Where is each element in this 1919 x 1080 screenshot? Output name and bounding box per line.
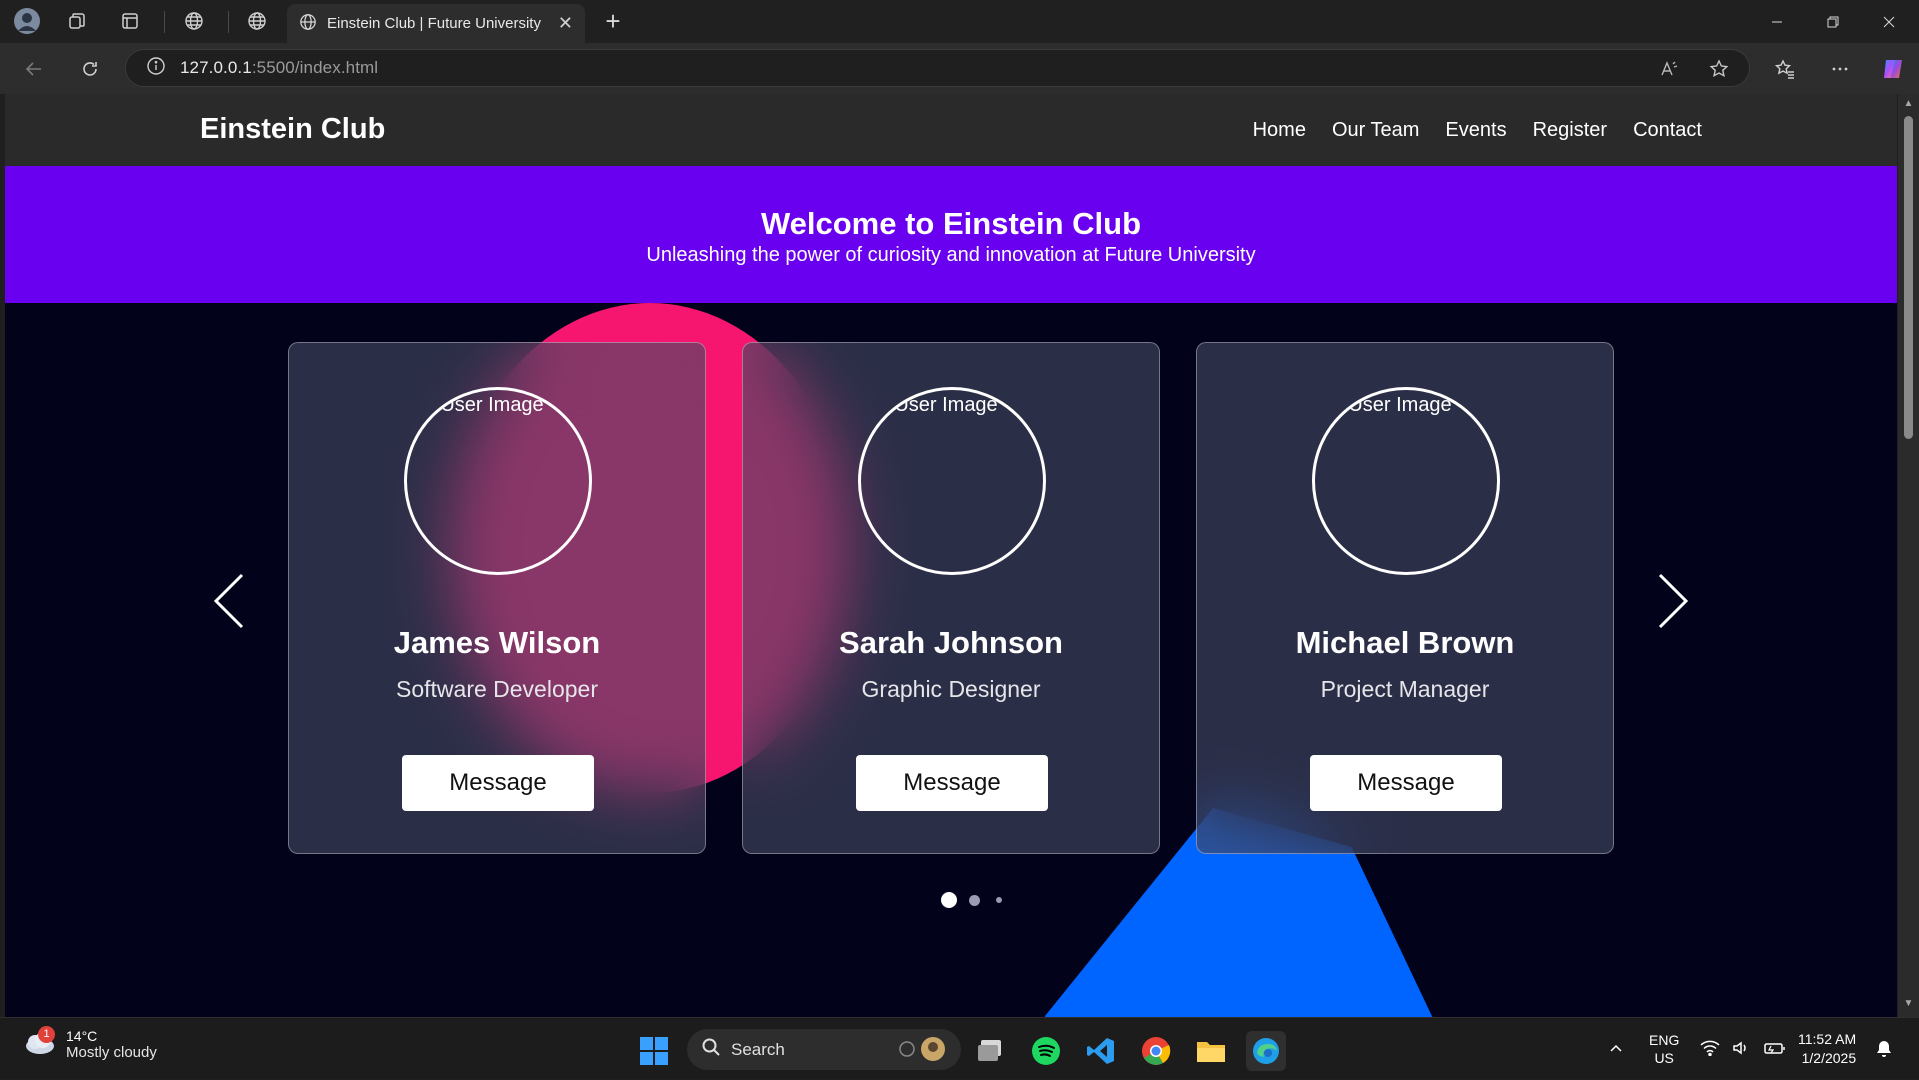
tabstrip-divider <box>228 11 229 33</box>
site-info-icon[interactable] <box>146 56 166 81</box>
tab-actions-icon[interactable] <box>115 6 145 36</box>
url-text: 127.0.0.1:5500/index.html <box>180 58 378 78</box>
restore-button[interactable] <box>1805 0 1861 43</box>
team-card: User Image Sarah Johnson Graphic Designe… <box>742 342 1160 854</box>
nav-events[interactable]: Events <box>1445 119 1506 142</box>
member-name: Michael Brown <box>1295 625 1515 660</box>
carousel-next-button[interactable] <box>1652 571 1692 631</box>
cloud-weather-icon: 1 <box>22 1026 56 1061</box>
notification-bell-icon[interactable] <box>1875 1018 1893 1080</box>
language-code: ENG <box>1649 1032 1680 1048</box>
pagination-dot[interactable] <box>996 897 1002 903</box>
favorites-icon[interactable] <box>1769 53 1801 85</box>
volume-icon[interactable] <box>1732 1040 1752 1059</box>
clock-date: 1/2/2025 <box>1801 1050 1857 1066</box>
search-label: Search <box>731 1039 785 1059</box>
team-card: User Image Michael Brown Project Manager… <box>1196 342 1614 854</box>
nav-our-team[interactable]: Our Team <box>1332 119 1419 142</box>
taskbar-search[interactable]: Search <box>687 1029 961 1070</box>
member-role: Software Developer <box>396 676 598 702</box>
show-hidden-icons-chevron-icon[interactable] <box>1608 1018 1624 1080</box>
more-options-icon[interactable] <box>1824 53 1856 85</box>
url-path: :5500/index.html <box>251 58 379 77</box>
start-windows-icon[interactable] <box>634 1031 674 1071</box>
avatar-alt-text: User Image <box>1348 394 1452 416</box>
close-window-button[interactable] <box>1861 0 1917 43</box>
team-card: User Image James Wilson Software Develop… <box>288 342 706 854</box>
carousel-prev-button[interactable] <box>210 571 250 631</box>
avatar-alt-text: User Image <box>440 394 544 416</box>
browser-tab-strip: Einstein Club | Future University ✕ + <box>0 0 1919 43</box>
battery-icon[interactable] <box>1764 1040 1786 1059</box>
tab-title: Einstein Club | Future University <box>327 15 541 32</box>
page-scrollbar[interactable]: ▲ ▼ <box>1898 94 1919 1017</box>
pagination-dot[interactable] <box>969 894 980 906</box>
member-role: Graphic Designer <box>861 676 1041 702</box>
nav-home[interactable]: Home <box>1253 119 1306 142</box>
weather-alert-badge: 1 <box>38 1026 55 1043</box>
member-avatar: User Image <box>858 387 1046 575</box>
wifi-icon[interactable] <box>1700 1040 1720 1059</box>
spotify-icon[interactable] <box>1026 1031 1066 1071</box>
clock[interactable]: 11:52 AM 1/2/2025 <box>1798 1018 1856 1080</box>
hero-banner: Welcome to Einstein Club Unleashing the … <box>5 166 1897 303</box>
message-button[interactable]: Message <box>1310 755 1502 811</box>
avatar-alt-text: User Image <box>894 394 998 416</box>
pinned-tab-globe-icon[interactable] <box>242 6 272 36</box>
read-aloud-icon[interactable] <box>1657 57 1681 81</box>
address-bar[interactable]: 127.0.0.1:5500/index.html <box>125 49 1750 87</box>
member-avatar: User Image <box>404 387 592 575</box>
tabstrip-divider <box>164 11 165 33</box>
language-indicator[interactable]: ENG US <box>1649 1018 1679 1080</box>
nav-register[interactable]: Register <box>1533 119 1607 142</box>
region-code: US <box>1654 1050 1674 1066</box>
main-nav: Home Our Team Events Register Contact <box>1253 119 1702 142</box>
chrome-icon[interactable] <box>1136 1031 1176 1071</box>
page-viewport: Einstein Club Home Our Team Events Regis… <box>5 94 1897 1017</box>
team-carousel: User Image James Wilson Software Develop… <box>5 303 1897 1017</box>
weather-temperature: 14°C <box>66 1028 98 1044</box>
scroll-down-arrow-icon[interactable]: ▼ <box>1903 998 1914 1009</box>
pagination-dot-active[interactable] <box>941 892 957 908</box>
url-host: 127.0.0.1 <box>180 58 252 77</box>
new-tab-button[interactable]: + <box>598 6 628 36</box>
scrollbar-thumb[interactable] <box>1904 116 1913 439</box>
reload-button[interactable] <box>74 53 106 85</box>
favorite-star-icon[interactable] <box>1707 57 1731 81</box>
hero-title: Welcome to Einstein Club <box>760 206 1142 241</box>
site-logo[interactable]: Einstein Club <box>200 113 385 146</box>
active-tab[interactable]: Einstein Club | Future University ✕ <box>287 4 585 43</box>
file-explorer-icon[interactable] <box>1191 1031 1231 1071</box>
member-role: Project Manager <box>1320 676 1490 702</box>
member-avatar: User Image <box>1312 387 1500 575</box>
workspaces-icon[interactable] <box>62 6 92 36</box>
nav-contact[interactable]: Contact <box>1633 119 1702 142</box>
scroll-up-arrow-icon[interactable]: ▲ <box>1903 98 1914 109</box>
site-header: Einstein Club Home Our Team Events Regis… <box>5 94 1897 166</box>
weather-description: Mostly cloudy <box>66 1044 157 1061</box>
message-button[interactable]: Message <box>856 755 1048 811</box>
member-name: James Wilson <box>393 625 601 660</box>
search-highlight-icon <box>895 1035 947 1068</box>
edge-icon[interactable] <box>1246 1031 1286 1071</box>
windows-taskbar: 1 14°C Mostly cloudy Search ENG US 11:52… <box>0 1017 1919 1079</box>
vscode-icon[interactable] <box>1081 1031 1121 1071</box>
system-tray-icons[interactable] <box>1700 1018 1786 1080</box>
task-view-icon[interactable] <box>971 1031 1011 1071</box>
weather-widget[interactable]: 1 14°C Mostly cloudy <box>22 1026 157 1061</box>
browser-toolbar: 127.0.0.1:5500/index.html <box>0 43 1919 94</box>
tab-favicon-globe-icon <box>299 13 317 35</box>
tab-close-icon[interactable]: ✕ <box>558 13 573 34</box>
clock-time: 11:52 AM <box>1798 1031 1857 1047</box>
copilot-icon[interactable] <box>1877 53 1909 85</box>
member-name: Sarah Johnson <box>839 625 1063 660</box>
carousel-pagination <box>941 892 1002 908</box>
profile-avatar-icon[interactable] <box>12 6 42 36</box>
pinned-tab-globe-icon[interactable] <box>179 6 209 36</box>
message-button[interactable]: Message <box>402 755 594 811</box>
hero-subtitle: Unleashing the power of curiosity and in… <box>646 244 1256 266</box>
search-icon <box>701 1037 721 1062</box>
minimize-button[interactable] <box>1749 0 1805 43</box>
back-button[interactable] <box>18 53 50 85</box>
